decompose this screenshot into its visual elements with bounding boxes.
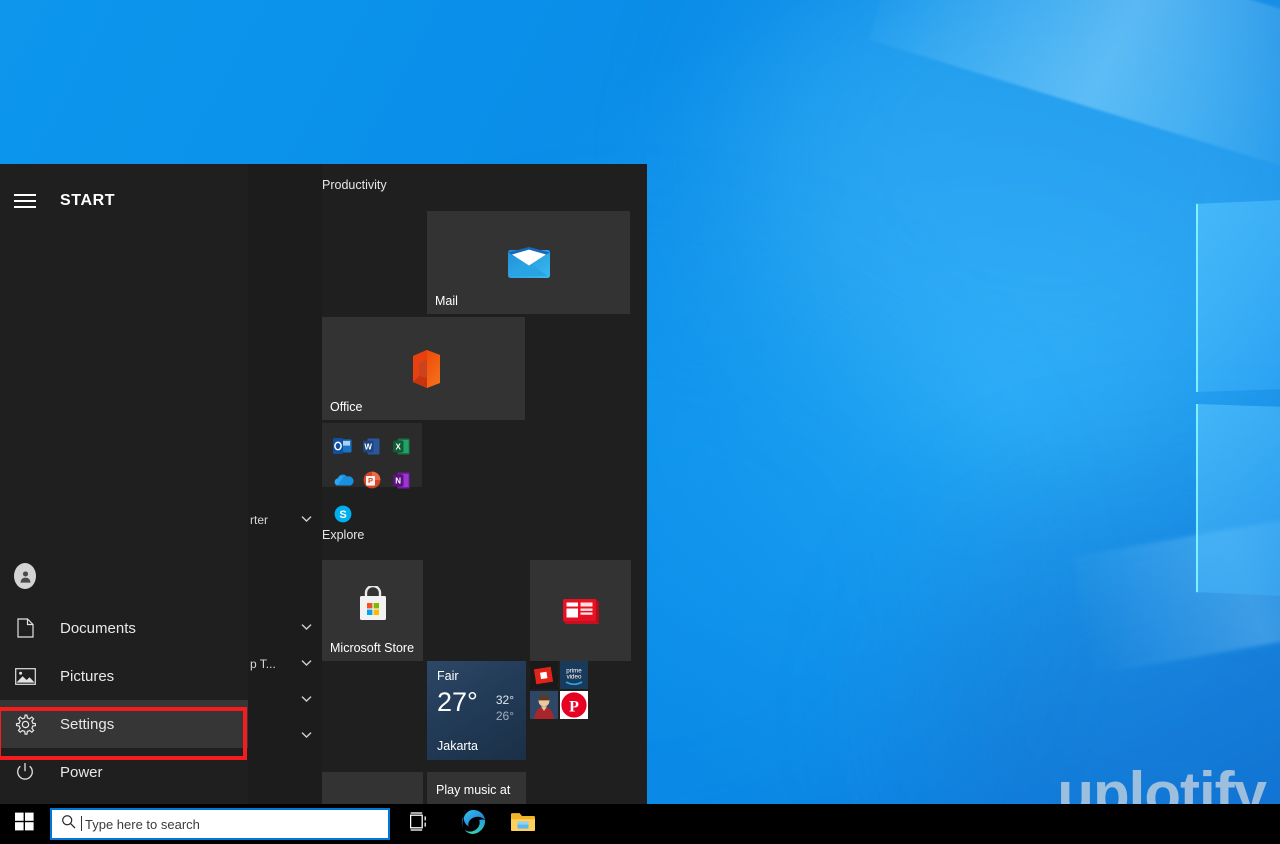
app-list-item-label: rter	[250, 513, 268, 527]
sidebar-item-power[interactable]: Power	[0, 748, 248, 796]
start-menu-app-list[interactable]: rter p T...	[248, 164, 322, 804]
chevron-down-icon[interactable]	[301, 730, 312, 742]
tile-group-productivity: Productivity	[322, 178, 647, 200]
tile-group-title: Explore	[322, 528, 365, 542]
file-explorer-button[interactable]	[500, 804, 546, 844]
search-placeholder: Type here to search	[81, 815, 200, 832]
word-icon[interactable]: W	[357, 429, 386, 463]
onenote-icon[interactable]: N	[387, 463, 416, 497]
roblox-tile[interactable]	[530, 661, 558, 689]
sidebar-item-user-account[interactable]	[0, 548, 248, 604]
user-account-icon	[14, 563, 36, 589]
start-button[interactable]	[0, 804, 48, 844]
chevron-down-icon[interactable]	[301, 658, 312, 670]
weather-low: 26°	[495, 709, 514, 724]
task-view-icon	[409, 812, 432, 836]
app-list-item-label: p T...	[250, 657, 276, 671]
app-list-item[interactable]: p T...	[248, 644, 322, 684]
windows-logo-icon	[14, 812, 34, 836]
svg-text:video: video	[567, 674, 582, 681]
chevron-down-icon[interactable]	[301, 514, 312, 526]
app-list-item[interactable]	[248, 716, 322, 756]
sidebar-item-documents[interactable]: Documents	[0, 604, 248, 652]
start-menu-header: START	[0, 164, 248, 216]
mail-envelope-icon	[507, 246, 550, 280]
sidebar-item-label: Pictures	[60, 667, 115, 685]
svg-text:S: S	[339, 509, 346, 521]
weather-city: Jakarta	[437, 739, 478, 753]
task-view-button[interactable]	[398, 804, 444, 844]
tile-label: Mail	[435, 294, 458, 308]
app-list-item[interactable]	[248, 680, 322, 720]
outlook-icon[interactable]	[328, 429, 357, 463]
tile-group-title: Productivity	[322, 178, 387, 192]
news-icon	[562, 596, 600, 626]
movie-thumbnail-tile[interactable]	[530, 691, 558, 719]
store-bag-icon	[356, 585, 390, 622]
sidebar-item-pictures[interactable]: Pictures	[0, 652, 248, 700]
weather-temperature: 27°	[437, 687, 478, 717]
svg-text:N: N	[395, 476, 401, 485]
gear-icon	[14, 713, 36, 735]
document-icon	[14, 617, 36, 639]
prime-video-tile[interactable]: prime video	[560, 661, 588, 689]
svg-text:P: P	[368, 476, 373, 485]
wallpaper-window-pane	[1196, 196, 1280, 392]
office-tile[interactable]: Office	[322, 317, 525, 420]
news-tile[interactable]	[530, 560, 631, 661]
wallpaper-window-pane	[1196, 404, 1280, 600]
edge-icon	[460, 809, 486, 840]
search-input[interactable]: Type here to search	[50, 808, 390, 840]
hamburger-menu-icon[interactable]	[14, 186, 36, 216]
weather-high: 32°	[495, 693, 514, 707]
sidebar-item-label: Power	[60, 763, 103, 781]
pinterest-tile[interactable]: P	[560, 691, 588, 719]
groove-music-tile[interactable]: Play music at	[427, 772, 526, 804]
sidebar-item-label: Settings	[60, 715, 115, 733]
excel-icon[interactable]: X	[387, 429, 416, 463]
tile-group-explore: Explore	[322, 528, 647, 550]
power-icon	[14, 761, 36, 783]
microsoft-store-tile[interactable]: Microsoft Store	[322, 560, 423, 661]
picture-icon	[14, 665, 36, 687]
sidebar-item-settings[interactable]: Settings	[0, 700, 248, 748]
microsoft-edge-button[interactable]	[450, 804, 496, 844]
office-logo-icon	[407, 349, 441, 389]
office-apps-grid[interactable]: W X P N S	[322, 423, 422, 523]
powerpoint-icon[interactable]: P	[357, 463, 386, 497]
taskbar: Type here to search	[0, 804, 1280, 844]
music-tile-label: Play music at	[436, 783, 511, 797]
mail-tile[interactable]: Mail	[427, 211, 630, 314]
start-menu-rail-items: Documents Pictures Settings Power	[0, 548, 248, 804]
app-list-item[interactable]	[248, 608, 322, 648]
weather-condition: Fair	[437, 669, 459, 683]
sidebar-item-label: Documents	[60, 619, 136, 637]
wallpaper-light-beam	[868, 0, 1280, 174]
svg-text:P: P	[569, 699, 579, 716]
app-list-item[interactable]: rter	[248, 500, 322, 540]
start-menu-tiles-pane: Productivity Mail Office W X P N S Explo…	[322, 164, 647, 804]
svg-text:W: W	[365, 442, 373, 451]
chevron-down-icon[interactable]	[301, 694, 312, 706]
partial-tile[interactable]	[322, 772, 423, 804]
search-icon	[61, 814, 76, 834]
folder-icon	[510, 811, 536, 838]
skype-icon[interactable]: S	[328, 497, 357, 531]
weather-tile[interactable]: Fair 27° 32° 26° Jakarta	[427, 661, 526, 760]
svg-text:X: X	[395, 442, 401, 451]
start-menu-left-rail: START Documents Pictures Settings Power	[0, 164, 248, 804]
onedrive-icon[interactable]	[328, 463, 357, 497]
start-menu-title: START	[60, 192, 116, 209]
tile-label: Microsoft Store	[330, 641, 415, 655]
chevron-down-icon[interactable]	[301, 622, 312, 634]
tile-label: Office	[330, 400, 363, 414]
